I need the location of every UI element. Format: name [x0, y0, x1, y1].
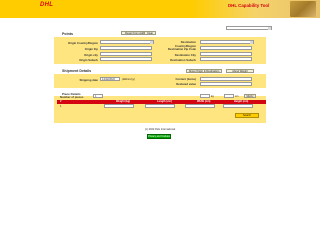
top-select[interactable] — [226, 26, 272, 30]
shipping-date-label: Shipping date — [79, 78, 99, 82]
copyright-text: (c) 2022 DHL International — [144, 128, 176, 131]
number-of-pieces-input[interactable]: 1 — [93, 94, 103, 98]
content-items-input[interactable] — [200, 77, 252, 81]
unit2-input[interactable] — [224, 94, 234, 98]
date-format-hint: (dd/mm/yy) — [122, 78, 135, 81]
declared-value-label: Declared value — [176, 82, 196, 86]
destination-suburb-label: Destination Suburb — [170, 58, 196, 62]
origin-city-input[interactable] — [100, 52, 152, 56]
origin-country-label: Origin Country/Region — [68, 41, 98, 45]
points-section-title: Points — [62, 32, 73, 36]
height-input[interactable] — [223, 104, 253, 108]
origin-suburb-input[interactable] — [100, 57, 152, 61]
privacy-cookies-button[interactable]: Privacy and Cookies — [147, 134, 171, 139]
destination-country-select[interactable] — [200, 40, 254, 44]
destination-zip-label: Destination Zip Code — [168, 47, 196, 51]
origin-zip-label: Origin Zip — [84, 47, 98, 51]
clear-button[interactable]: Clear — [144, 31, 156, 35]
length-input[interactable] — [145, 104, 175, 108]
origin-country-select[interactable] — [100, 40, 154, 44]
shipping-date-input[interactable]: 14/12/2022 — [100, 77, 120, 81]
search-button[interactable]: Search — [235, 113, 259, 118]
origin-city-label: Origin city — [84, 53, 98, 57]
width-input[interactable] — [185, 104, 215, 108]
unit-cm: cm — [235, 95, 239, 98]
unit-kg: kg — [211, 95, 214, 98]
destination-suburb-input[interactable] — [200, 57, 252, 61]
destination-city-input[interactable] — [200, 52, 252, 56]
about-weight-button[interactable]: About Weight — [226, 69, 254, 73]
shipment-section-title: Shipment Details — [62, 69, 92, 73]
content-items-label: Content (items) — [175, 77, 196, 81]
header-photo — [290, 1, 316, 17]
metric-button[interactable]: Metric — [244, 94, 256, 98]
destination-city-label: Destination City — [174, 53, 196, 57]
origin-zip-input[interactable] — [100, 46, 152, 50]
col-number: # — [60, 100, 62, 103]
declared-value-input[interactable] — [200, 82, 252, 86]
origin-suburb-label: Origin Suburb — [79, 58, 98, 62]
destination-zip-input[interactable] — [200, 46, 252, 50]
weight-input[interactable] — [104, 104, 134, 108]
dhl-logo: DHL — [40, 2, 54, 8]
about-origin-destination-button[interactable]: About Origin & Destination — [186, 69, 222, 73]
app-title: DHL Capability Tool — [228, 3, 270, 8]
row-number: 1 — [60, 105, 62, 108]
number-of-pieces-label: Number of pieces — [60, 95, 84, 99]
header-bar: DHL DHL Capability Tool — [0, 0, 320, 18]
unit-input[interactable] — [200, 94, 210, 98]
